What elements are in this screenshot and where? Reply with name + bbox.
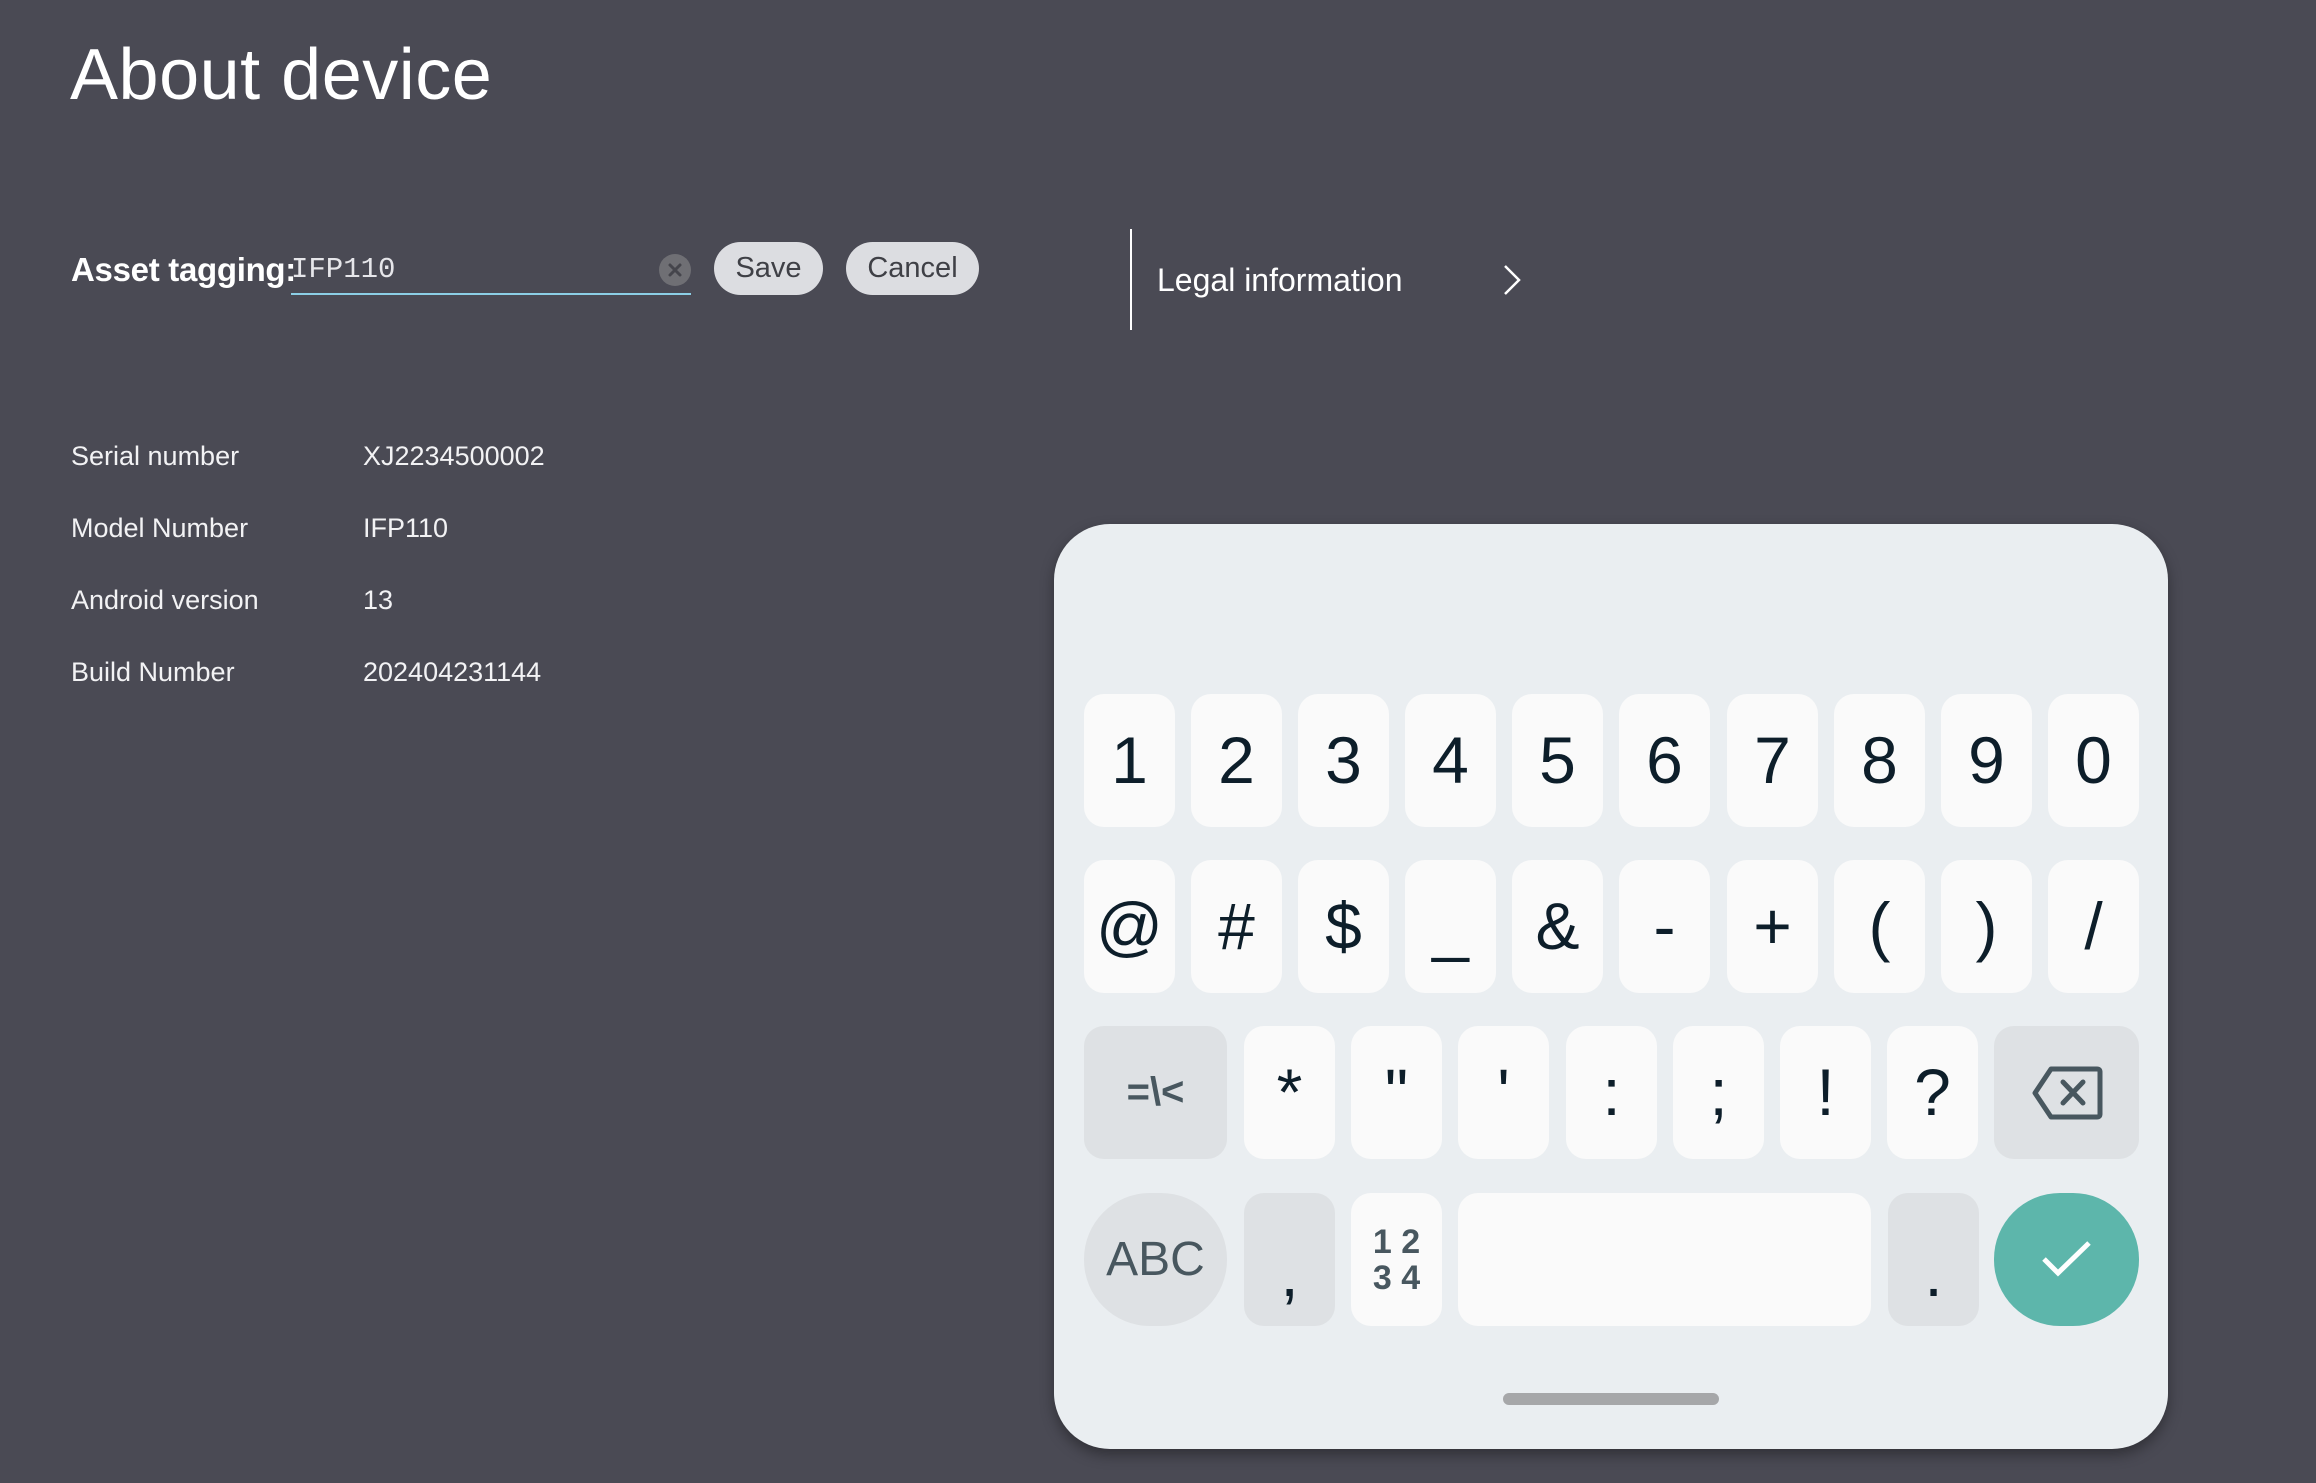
clear-circle-icon [668,263,682,277]
key-4[interactable]: 4 [1405,694,1496,827]
enter-key[interactable] [1994,1193,2139,1326]
key-minus[interactable]: - [1619,860,1710,993]
cancel-button[interactable]: Cancel [846,242,979,295]
key-colon[interactable]: : [1566,1026,1657,1159]
key-ampersand[interactable]: & [1512,860,1603,993]
backspace-key[interactable] [1994,1026,2139,1159]
space-bar[interactable] [1458,1193,1871,1326]
numpad-key-line2: 3 4 [1372,1259,1421,1297]
on-screen-keyboard: 1 2 3 4 5 6 7 8 9 0 @ # $ _ & - + ( ) / … [1054,524,2168,1449]
key-hash[interactable]: # [1191,860,1282,993]
key-8[interactable]: 8 [1834,694,1925,827]
key-0[interactable]: 0 [2048,694,2139,827]
about-device-screen: About device Asset tagging: Save Cancel … [0,0,2316,1483]
key-single-quote[interactable]: ' [1458,1026,1549,1159]
key-asterisk[interactable]: * [1244,1026,1335,1159]
backspace-icon [2032,1066,2103,1120]
key-3[interactable]: 3 [1298,694,1389,827]
info-value: XJ2234500002 [363,441,545,471]
checkmark-icon [2042,1241,2091,1277]
chevron-right-icon [1504,265,1521,295]
asset-tagging-field[interactable] [291,246,691,295]
key-9[interactable]: 9 [1941,694,2032,827]
clear-input-button[interactable] [659,254,691,286]
page-title: About device [70,35,493,115]
more-symbols-key[interactable]: =\< [1084,1026,1227,1159]
info-label: Android version [71,585,259,615]
key-1[interactable]: 1 [1084,694,1175,827]
key-double-quote[interactable]: " [1351,1026,1442,1159]
key-exclamation[interactable]: ! [1780,1026,1871,1159]
key-at[interactable]: @ [1084,860,1175,993]
info-label: Serial number [71,441,240,471]
key-5[interactable]: 5 [1512,694,1603,827]
numpad-key[interactable]: 1 2 3 4 [1351,1193,1442,1326]
numpad-key-line1: 1 2 [1372,1223,1421,1261]
key-open-paren[interactable]: ( [1834,860,1925,993]
legal-information-item[interactable]: Legal information [1157,254,1527,306]
key-7[interactable]: 7 [1727,694,1818,827]
key-slash[interactable]: / [2048,860,2139,993]
key-6[interactable]: 6 [1619,694,1710,827]
key-2[interactable]: 2 [1191,694,1282,827]
keyboard-drag-handle[interactable] [1503,1393,1719,1405]
info-label: Build Number [71,657,235,687]
asset-tagging-label: Asset tagging: [71,251,296,288]
key-semicolon[interactable]: ; [1673,1026,1764,1159]
legal-information-label: Legal information [1157,262,1403,298]
info-value: IFP110 [363,513,449,543]
key-period[interactable]: . [1888,1193,1979,1326]
info-value: 202404231144 [363,657,542,687]
info-value: 13 [363,585,394,615]
section-divider [1130,229,1132,330]
abc-key[interactable]: ABC [1084,1193,1227,1326]
info-label: Model Number [71,513,249,543]
key-comma[interactable]: , [1244,1193,1335,1326]
asset-tagging-input[interactable] [291,248,631,290]
key-close-paren[interactable]: ) [1941,860,2032,993]
key-plus[interactable]: + [1727,860,1818,993]
key-underscore[interactable]: _ [1405,860,1496,993]
key-dollar[interactable]: $ [1298,860,1389,993]
key-question[interactable]: ? [1887,1026,1978,1159]
save-button[interactable]: Save [714,242,823,295]
